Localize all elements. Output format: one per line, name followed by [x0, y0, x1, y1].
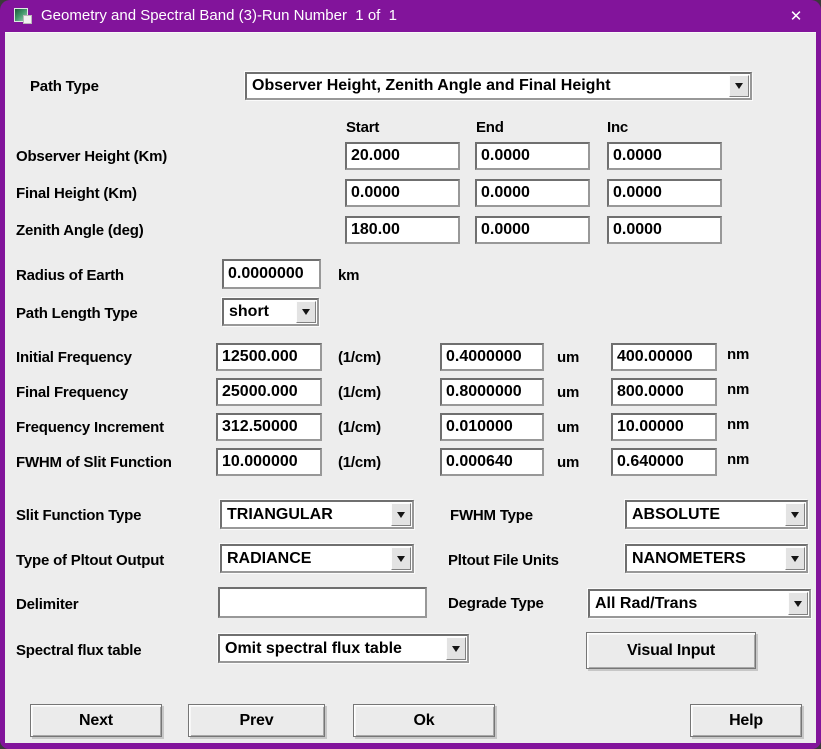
path-type-value: Observer Height, Zenith Angle and Final …	[252, 77, 611, 95]
degrade-type-label: Degrade Type	[448, 595, 544, 612]
pltout-output-type-value: RADIANCE	[227, 550, 311, 568]
zenith-angle-inc-input[interactable]	[607, 216, 722, 244]
fwhm-slit-cm-input[interactable]	[216, 448, 322, 476]
slit-function-type-value: TRIANGULAR	[227, 506, 333, 524]
close-icon[interactable]: ✕	[779, 3, 813, 29]
final-frequency-cm-input[interactable]	[216, 378, 322, 406]
chevron-down-icon[interactable]	[729, 75, 749, 97]
path-type-combobox[interactable]: Observer Height, Zenith Angle and Final …	[245, 72, 752, 100]
pltout-file-units-combobox[interactable]: NANOMETERS	[625, 544, 808, 573]
frequency-increment-cm-unit: (1/cm)	[338, 419, 381, 436]
pltout-output-type-combobox[interactable]: RADIANCE	[220, 544, 414, 573]
zenith-angle-end-input[interactable]	[475, 216, 590, 244]
chevron-down-icon[interactable]	[446, 637, 466, 660]
titlebar: Geometry and Spectral Band (3)-Run Numbe…	[0, 0, 821, 32]
initial-frequency-nm-input[interactable]	[611, 343, 717, 371]
initial-frequency-cm-unit: (1/cm)	[338, 349, 381, 366]
degrade-type-value: All Rad/Trans	[595, 595, 697, 613]
path-length-type-combobox[interactable]: short	[222, 298, 319, 326]
fwhm-type-label: FWHM Type	[450, 507, 533, 524]
final-height-end-input[interactable]	[475, 179, 590, 207]
chevron-down-icon[interactable]	[391, 503, 411, 526]
fwhm-slit-nm-unit: nm	[727, 451, 749, 468]
observer-height-end-input[interactable]	[475, 142, 590, 170]
fwhm-slit-um-unit: um	[557, 454, 579, 471]
observer-height-start-input[interactable]	[345, 142, 460, 170]
initial-frequency-cm-input[interactable]	[216, 343, 322, 371]
chevron-down-icon[interactable]	[296, 301, 316, 323]
final-frequency-label: Final Frequency	[16, 384, 128, 401]
frequency-increment-um-input[interactable]	[440, 413, 544, 441]
frequency-increment-nm-input[interactable]	[611, 413, 717, 441]
delimiter-label: Delimiter	[16, 596, 78, 613]
pltout-file-units-label: Pltout File Units	[448, 552, 559, 569]
prev-button[interactable]: Prev	[188, 704, 325, 737]
final-frequency-um-unit: um	[557, 384, 579, 401]
frequency-increment-cm-input[interactable]	[216, 413, 322, 441]
path-length-type-value: short	[229, 303, 269, 321]
radius-of-earth-label: Radius of Earth	[16, 267, 124, 284]
fwhm-slit-nm-input[interactable]	[611, 448, 717, 476]
spectral-flux-table-label: Spectral flux table	[16, 642, 141, 659]
observer-height-label: Observer Height (Km)	[16, 148, 167, 165]
frequency-increment-nm-unit: nm	[727, 416, 749, 433]
final-frequency-nm-unit: nm	[727, 381, 749, 398]
final-height-label: Final Height (Km)	[16, 185, 137, 202]
help-button[interactable]: Help	[690, 704, 802, 737]
radius-of-earth-unit: km	[338, 267, 359, 284]
slit-function-type-combobox[interactable]: TRIANGULAR	[220, 500, 414, 529]
frequency-increment-um-unit: um	[557, 419, 579, 436]
app-icon	[14, 8, 32, 24]
final-height-start-input[interactable]	[345, 179, 460, 207]
chevron-down-icon[interactable]	[785, 503, 805, 526]
fwhm-slit-cm-unit: (1/cm)	[338, 454, 381, 471]
column-header-inc: Inc	[607, 119, 628, 136]
final-frequency-cm-unit: (1/cm)	[338, 384, 381, 401]
final-frequency-nm-input[interactable]	[611, 378, 717, 406]
slit-function-type-label: Slit Function Type	[16, 507, 141, 524]
pltout-file-units-value: NANOMETERS	[632, 550, 746, 568]
initial-frequency-um-unit: um	[557, 349, 579, 366]
initial-frequency-um-input[interactable]	[440, 343, 544, 371]
radius-of-earth-input[interactable]	[222, 259, 321, 289]
fwhm-slit-um-input[interactable]	[440, 448, 544, 476]
chevron-down-icon[interactable]	[391, 547, 411, 570]
fwhm-type-combobox[interactable]: ABSOLUTE	[625, 500, 808, 529]
column-header-end: End	[476, 119, 504, 136]
zenith-angle-start-input[interactable]	[345, 216, 460, 244]
visual-input-button[interactable]: Visual Input	[586, 632, 756, 669]
chevron-down-icon[interactable]	[788, 592, 808, 615]
degrade-type-combobox[interactable]: All Rad/Trans	[588, 589, 811, 618]
final-height-inc-input[interactable]	[607, 179, 722, 207]
initial-frequency-nm-unit: nm	[727, 346, 749, 363]
fwhm-slit-function-label: FWHM of Slit Function	[16, 454, 172, 471]
initial-frequency-label: Initial Frequency	[16, 349, 132, 366]
chevron-down-icon[interactable]	[785, 547, 805, 570]
window-title: Geometry and Spectral Band (3)-Run Numbe…	[41, 7, 397, 24]
column-header-start: Start	[346, 119, 379, 136]
spectral-flux-table-combobox[interactable]: Omit spectral flux table	[218, 634, 469, 663]
observer-height-inc-input[interactable]	[607, 142, 722, 170]
dialog-window: Geometry and Spectral Band (3)-Run Numbe…	[0, 0, 821, 749]
spectral-flux-table-value: Omit spectral flux table	[225, 640, 402, 658]
frequency-increment-label: Frequency Increment	[16, 419, 164, 436]
path-length-type-label: Path Length Type	[16, 305, 138, 322]
ok-button[interactable]: Ok	[353, 704, 495, 737]
delimiter-input[interactable]	[218, 587, 427, 618]
pltout-output-type-label: Type of Pltout Output	[16, 552, 164, 569]
fwhm-type-value: ABSOLUTE	[632, 506, 720, 524]
path-type-label: Path Type	[30, 78, 99, 95]
next-button[interactable]: Next	[30, 704, 162, 737]
zenith-angle-label: Zenith Angle (deg)	[16, 222, 144, 239]
final-frequency-um-input[interactable]	[440, 378, 544, 406]
